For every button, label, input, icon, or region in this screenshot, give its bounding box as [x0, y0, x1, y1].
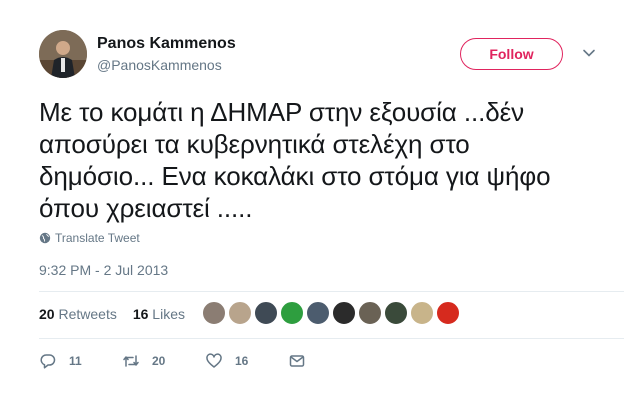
liker-avatar[interactable]: [332, 301, 356, 325]
reply-count: 11: [69, 354, 82, 368]
tweet-line: όπου χρειαστεί .....: [39, 193, 253, 223]
retweet-action[interactable]: 20: [122, 352, 205, 370]
translate-label: Translate Tweet: [55, 231, 140, 245]
tweet-text: Με το κομάτι η ΔΗΜΑΡ στην εξουσία ...δέν…: [39, 96, 624, 224]
globe-icon: [39, 232, 51, 244]
follow-button[interactable]: Follow: [460, 38, 563, 70]
profile-photo: [39, 30, 87, 78]
retweets-count: 20: [39, 306, 55, 322]
divider: [39, 291, 624, 292]
liker-avatar[interactable]: [410, 301, 434, 325]
display-name[interactable]: Panos Kammenos: [97, 35, 236, 53]
chevron-down-icon[interactable]: [582, 46, 596, 60]
like-count: 16: [235, 354, 249, 368]
likes-stat[interactable]: 16 Likes: [133, 306, 185, 322]
envelope-icon: [289, 355, 305, 367]
liker-avatar[interactable]: [280, 301, 304, 325]
translate-tweet-link[interactable]: Translate Tweet: [39, 231, 140, 245]
heart-icon: [206, 353, 222, 368]
tweet-line: δημόσιο... Ενα κοκαλάκι στο στόμα για ψή…: [39, 161, 551, 191]
liker-avatars: [202, 301, 460, 325]
tweet-timestamp[interactable]: 9:32 PM - 2 Jul 2013: [39, 262, 168, 278]
tweet-actions: 11 20 16: [39, 352, 371, 370]
retweets-label: Retweets: [58, 306, 117, 322]
direct-message-action[interactable]: [288, 352, 371, 370]
liker-avatar[interactable]: [436, 301, 460, 325]
retweets-stat[interactable]: 20 Retweets: [39, 306, 117, 322]
divider: [39, 338, 624, 339]
user-handle[interactable]: @PanosKammenos: [97, 57, 222, 73]
tweet-line: αποσύρει τα κυβερνητικά στελέχη στο: [39, 129, 470, 159]
liker-avatar[interactable]: [384, 301, 408, 325]
reply-icon: [40, 354, 56, 369]
likes-count: 16: [132, 306, 149, 322]
liker-avatar[interactable]: [254, 301, 278, 325]
likes-label: Likes: [152, 306, 185, 322]
engagement-stats: 20 Retweets 16 Likes: [39, 306, 185, 322]
retweet-count: 20: [152, 354, 166, 368]
reply-action[interactable]: 11: [39, 352, 122, 370]
liker-avatar[interactable]: [358, 301, 382, 325]
liker-avatar[interactable]: [202, 301, 226, 325]
liker-avatar[interactable]: [228, 301, 252, 325]
profile-avatar[interactable]: [39, 30, 87, 78]
tweet-line: Με το κομάτι η ΔΗΜΑΡ στην εξουσία ...δέν: [39, 97, 524, 127]
like-action[interactable]: 16: [205, 352, 288, 370]
liker-avatar[interactable]: [306, 301, 330, 325]
retweet-icon: [123, 355, 139, 367]
